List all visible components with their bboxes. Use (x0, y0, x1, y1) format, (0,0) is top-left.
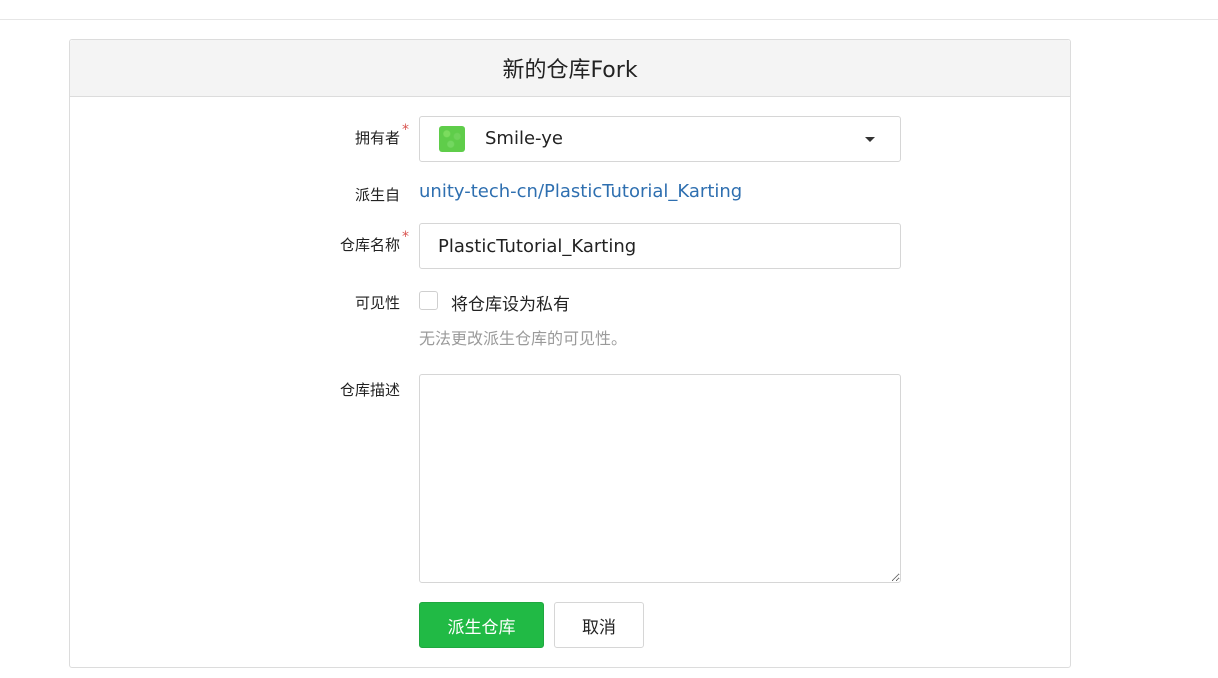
fork-from-row: 派生自 unity-tech-cn/PlasticTutorial_Kartin… (70, 180, 1070, 206)
private-checkbox-label[interactable]: 将仓库设为私有 (451, 290, 570, 315)
description-textarea[interactable] (419, 374, 901, 583)
repo-name-input[interactable] (419, 223, 901, 269)
chevron-down-icon (865, 137, 875, 142)
owner-avatar (439, 126, 465, 152)
owner-required-mark: * (402, 122, 409, 138)
visibility-row: 可见性 将仓库设为私有 无法更改派生仓库的可见性。 (70, 288, 1070, 358)
fork-source-link[interactable]: unity-tech-cn/PlasticTutorial_Karting (419, 181, 742, 202)
owner-row: 拥有者 * Smile-ye (70, 116, 1070, 162)
visibility-help-text: 无法更改派生仓库的可见性。 (419, 329, 628, 348)
fork-from-label: 派生自 (354, 186, 400, 204)
owner-label-text: 拥有者 (354, 129, 400, 147)
fork-repo-button[interactable]: 派生仓库 (419, 602, 544, 648)
repo-name-label: 仓库名称 * (339, 229, 409, 255)
visibility-label: 可见性 (354, 294, 400, 312)
cancel-button[interactable]: 取消 (554, 602, 644, 648)
owner-select[interactable]: Smile-ye (419, 116, 901, 162)
private-checkbox[interactable] (419, 291, 438, 310)
owner-selected-value: Smile-ye (485, 128, 563, 149)
actions-row: 派生仓库 取消 (70, 602, 1070, 648)
repo-name-row: 仓库名称 * (70, 223, 1070, 269)
owner-label: 拥有者 * (354, 122, 409, 148)
fork-form-panel: 新的仓库Fork 拥有者 * Smile-ye 派生自 unity-tech-c… (69, 39, 1071, 668)
repo-name-required-mark: * (402, 229, 409, 245)
page-title: 新的仓库Fork (502, 58, 638, 83)
repo-name-label-text: 仓库名称 (339, 236, 400, 254)
description-row: 仓库描述 (70, 374, 1070, 584)
panel-header: 新的仓库Fork (70, 40, 1070, 97)
description-label: 仓库描述 (339, 381, 400, 399)
top-divider (0, 19, 1218, 20)
